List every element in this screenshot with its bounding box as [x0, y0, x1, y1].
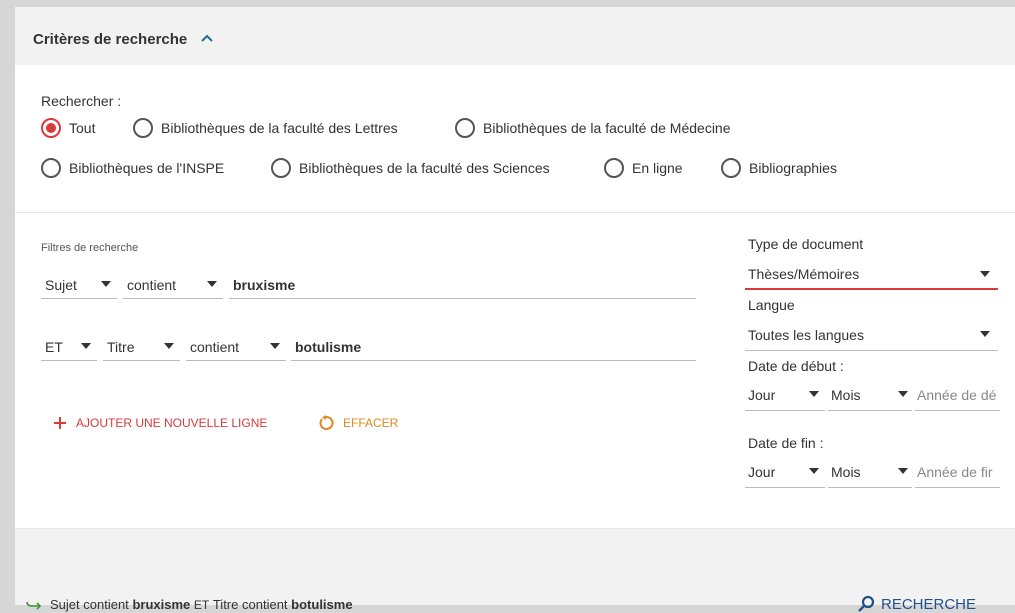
select-value: Toutes les langues — [748, 327, 864, 343]
dropdown-arrow-icon — [898, 468, 908, 474]
dropdown-arrow-icon — [81, 343, 91, 349]
radio-lettres[interactable]: Bibliothèques de la faculté des Lettres — [133, 118, 398, 138]
panel-header[interactable]: Critères de recherche — [15, 7, 1015, 65]
radio-sciences[interactable]: Bibliothèques de la faculté des Sciences — [271, 158, 550, 178]
radio-unselected-icon — [271, 158, 291, 178]
field-select[interactable]: Sujet — [41, 275, 117, 299]
search-criteria-panel: Critères de recherche Rechercher : Tout … — [15, 7, 1015, 605]
radio-label: Tout — [69, 120, 96, 136]
radio-unselected-icon — [604, 158, 624, 178]
operator-select[interactable]: contient — [186, 337, 286, 361]
section-divider — [15, 212, 1015, 213]
radio-label: Bibliothèques de l'INSPE — [69, 160, 225, 176]
search-scope-label: Rechercher : — [41, 93, 122, 109]
search-term-input[interactable]: botulisme — [291, 337, 696, 361]
radio-inspe[interactable]: Bibliothèques de l'INSPE — [41, 158, 224, 178]
select-value: ET — [45, 339, 63, 355]
clear-label: EFFACER — [343, 416, 399, 430]
select-value: Jour — [748, 387, 776, 403]
radio-label: Bibliothèques de la faculté de Médecine — [483, 120, 731, 136]
search-footer — [15, 528, 1015, 605]
panel-title: Critères de recherche — [33, 31, 188, 48]
start-month-select[interactable]: Mois — [828, 385, 912, 411]
input-value: bruxisme — [233, 277, 296, 293]
end-year-input[interactable]: Année de fir — [915, 462, 1000, 488]
select-value: Titre — [107, 339, 135, 355]
operator-select[interactable]: contient — [123, 275, 223, 299]
radio-selected-icon — [41, 118, 61, 138]
dropdown-arrow-icon — [164, 343, 174, 349]
select-value: Jour — [748, 464, 776, 480]
radio-label: Bibliographies — [749, 160, 837, 176]
dropdown-arrow-icon — [809, 391, 819, 397]
radio-unselected-icon — [721, 158, 741, 178]
dropdown-arrow-icon — [980, 271, 990, 277]
doc-type-select[interactable]: Thèses/Mémoires — [745, 263, 998, 290]
doc-type-label: Type de document — [748, 236, 864, 252]
summary-boolean: ET — [193, 598, 210, 612]
end-day-select[interactable]: Jour — [745, 462, 825, 488]
undo-icon — [319, 415, 334, 430]
end-date-label: Date de fin : — [748, 435, 824, 451]
input-placeholder: Année de fir — [917, 464, 993, 480]
select-value: Sujet — [45, 277, 77, 293]
add-line-label: AJOUTER UNE NOUVELLE LIGNE — [76, 416, 268, 430]
language-select[interactable]: Toutes les langues — [745, 325, 998, 351]
radio-en-ligne[interactable]: En ligne — [604, 158, 683, 178]
end-month-select[interactable]: Mois — [828, 462, 912, 488]
dropdown-arrow-icon — [101, 281, 111, 287]
start-day-select[interactable]: Jour — [745, 385, 825, 411]
select-value: Mois — [831, 387, 861, 403]
select-value: Thèses/Mémoires — [748, 266, 860, 282]
select-value: Mois — [831, 464, 861, 480]
dropdown-arrow-icon — [898, 391, 908, 397]
select-value: contient — [190, 339, 240, 355]
chevron-up-icon[interactable] — [201, 34, 213, 42]
radio-label: Bibliothèques de la faculté des Sciences — [299, 160, 550, 176]
radio-unselected-icon — [133, 118, 153, 138]
dropdown-arrow-icon — [270, 343, 280, 349]
search-button[interactable]: RECHERCHE — [857, 595, 976, 613]
input-placeholder: Année de dé — [917, 387, 997, 403]
select-value: contient — [127, 277, 177, 293]
language-label: Langue — [748, 297, 795, 313]
radio-label: En ligne — [632, 160, 683, 176]
dropdown-arrow-icon — [980, 331, 990, 337]
dropdown-arrow-icon — [207, 281, 217, 287]
search-button-label: RECHERCHE — [881, 595, 977, 613]
field-select[interactable]: Titre — [103, 337, 180, 361]
boolean-select[interactable]: ET — [41, 337, 97, 361]
add-line-button[interactable]: AJOUTER UNE NOUVELLE LIGNE — [53, 416, 267, 430]
clear-button[interactable]: EFFACER — [318, 415, 398, 431]
radio-medecine[interactable]: Bibliothèques de la faculté de Médecine — [455, 118, 731, 138]
radio-unselected-icon — [455, 118, 475, 138]
plus-icon — [54, 417, 66, 429]
search-icon — [858, 595, 875, 612]
start-year-input[interactable]: Année de dé — [915, 385, 1000, 411]
start-date-label: Date de début : — [748, 358, 844, 374]
search-term-input[interactable]: bruxisme — [229, 275, 696, 299]
dropdown-arrow-icon — [809, 468, 819, 474]
radio-bibliographies[interactable]: Bibliographies — [721, 158, 837, 178]
radio-label: Bibliothèques de la faculté des Lettres — [161, 120, 398, 136]
radio-tout[interactable]: Tout — [41, 118, 95, 138]
input-value: botulisme — [295, 339, 362, 355]
filters-label: Filtres de recherche — [41, 242, 139, 254]
radio-unselected-icon — [41, 158, 61, 178]
